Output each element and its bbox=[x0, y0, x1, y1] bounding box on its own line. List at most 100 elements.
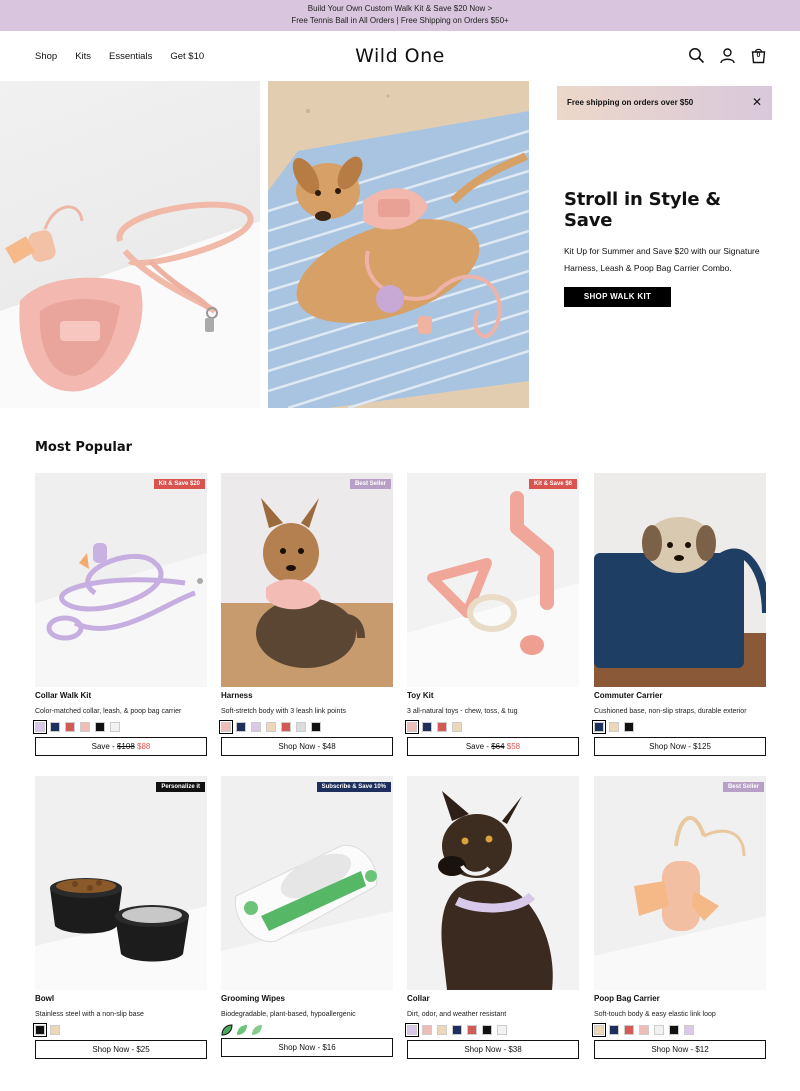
product-description: 3 all-natural toys - chew, toss, & tug bbox=[407, 708, 518, 715]
color-swatch[interactable] bbox=[422, 722, 432, 732]
shop-walk-kit-button[interactable]: SHOP WALK KIT bbox=[564, 287, 671, 307]
cart-icon[interactable]: 0 bbox=[750, 47, 767, 64]
color-swatch[interactable] bbox=[609, 1025, 619, 1035]
product-name[interactable]: Collar bbox=[407, 994, 579, 1003]
product-description: Stainless steel with a non-slip base bbox=[35, 1011, 144, 1018]
color-swatch[interactable] bbox=[236, 722, 246, 732]
color-swatch[interactable] bbox=[110, 722, 120, 732]
shop-button[interactable]: Shop Now - $38 bbox=[407, 1040, 579, 1059]
product-description: Color-matched collar, leash, & poop bag … bbox=[35, 708, 182, 715]
color-swatch[interactable] bbox=[281, 722, 291, 732]
color-swatch[interactable] bbox=[437, 722, 447, 732]
product-image-bowl[interactable]: Personalize it bbox=[35, 776, 207, 990]
color-swatch[interactable] bbox=[296, 722, 306, 732]
color-swatch[interactable] bbox=[405, 720, 419, 734]
product-description: Cushioned base, non-slip straps, durable… bbox=[594, 708, 747, 715]
product-description: Dirt, odor, and weather resistant bbox=[407, 1011, 507, 1018]
hero-image-dog-beach[interactable] bbox=[268, 81, 529, 408]
announcement-bar: Build Your Own Custom Walk Kit & Save $2… bbox=[0, 0, 800, 31]
shop-button[interactable]: Shop Now - $25 bbox=[35, 1040, 207, 1059]
color-swatch[interactable] bbox=[497, 1025, 507, 1035]
color-swatch[interactable] bbox=[467, 1025, 477, 1035]
shop-button[interactable]: Save - $64 $58 bbox=[407, 737, 579, 756]
scent-swatches bbox=[221, 1023, 393, 1036]
shop-button[interactable]: Shop Now - $125 bbox=[594, 737, 766, 756]
color-swatch[interactable] bbox=[405, 1023, 419, 1037]
color-swatches bbox=[592, 1023, 766, 1037]
original-price: $108 bbox=[116, 742, 135, 751]
product-name[interactable]: Grooming Wipes bbox=[221, 994, 393, 1003]
color-swatch[interactable] bbox=[437, 1025, 447, 1035]
color-swatch[interactable] bbox=[684, 1025, 694, 1035]
color-swatch[interactable] bbox=[33, 1023, 47, 1037]
logo[interactable]: Wild One bbox=[0, 45, 800, 67]
product-name[interactable]: Toy Kit bbox=[407, 691, 579, 700]
free-shipping-banner: Free shipping on orders over $50 ✕ bbox=[557, 86, 772, 120]
hero-image-products[interactable] bbox=[0, 81, 260, 408]
color-swatches bbox=[33, 720, 207, 734]
account-icon[interactable] bbox=[719, 47, 736, 64]
product-image-collar[interactable] bbox=[407, 776, 579, 990]
cart-count: 0 bbox=[756, 52, 761, 59]
sale-price: $88 bbox=[137, 742, 151, 751]
product-card-collar-walk-kit: Kit & Save $20 Collar Walk Kit Color-mat… bbox=[33, 473, 207, 756]
color-swatches bbox=[219, 720, 393, 734]
color-swatch[interactable] bbox=[592, 720, 606, 734]
color-swatch[interactable] bbox=[95, 722, 105, 732]
color-swatch[interactable] bbox=[639, 1025, 649, 1035]
color-swatch[interactable] bbox=[624, 722, 634, 732]
hero-copy: Stroll in Style & Save Kit Up for Summer… bbox=[564, 189, 764, 307]
color-swatch[interactable] bbox=[592, 1023, 606, 1037]
color-swatch[interactable] bbox=[452, 1025, 462, 1035]
product-image-harness[interactable]: Best Seller bbox=[221, 473, 393, 687]
search-icon[interactable] bbox=[688, 47, 705, 64]
product-card-poop-bag-carrier: Best Seller Poop Bag Carrier Soft-touch … bbox=[592, 776, 766, 1059]
color-swatch[interactable] bbox=[422, 1025, 432, 1035]
product-badge: Best Seller bbox=[722, 782, 764, 792]
color-swatch[interactable] bbox=[251, 722, 261, 732]
shop-button[interactable]: Shop Now - $16 bbox=[221, 1038, 393, 1057]
product-badge: Kit & Save $20 bbox=[153, 479, 205, 489]
color-swatch[interactable] bbox=[33, 720, 47, 734]
color-swatch[interactable] bbox=[266, 722, 276, 732]
shop-button[interactable]: Save - $108 $88 bbox=[35, 737, 207, 756]
color-swatch[interactable] bbox=[80, 722, 90, 732]
product-name[interactable]: Collar Walk Kit bbox=[35, 691, 207, 700]
color-swatch[interactable] bbox=[219, 720, 233, 734]
color-swatch[interactable] bbox=[609, 722, 619, 732]
color-swatch[interactable] bbox=[452, 722, 462, 732]
product-badge: Best Seller bbox=[349, 479, 391, 489]
product-image-toy-kit[interactable]: Kit & Save $6 bbox=[407, 473, 579, 687]
close-icon[interactable]: ✕ bbox=[752, 95, 762, 109]
color-swatch[interactable] bbox=[669, 1025, 679, 1035]
product-badge: Personalize it bbox=[156, 782, 205, 792]
announcement-shipping-text: Free Tennis Ball in All Orders | Free Sh… bbox=[291, 16, 509, 25]
product-description: Soft-stretch body with 3 leash link poin… bbox=[221, 708, 346, 715]
product-name[interactable]: Bowl bbox=[35, 994, 207, 1003]
product-image-poop-bag-carrier[interactable]: Best Seller bbox=[594, 776, 766, 990]
product-image-collar-walk-kit[interactable]: Kit & Save $20 bbox=[35, 473, 207, 687]
product-name[interactable]: Poop Bag Carrier bbox=[594, 994, 766, 1003]
color-swatch[interactable] bbox=[50, 1025, 60, 1035]
color-swatch[interactable] bbox=[624, 1025, 634, 1035]
color-swatch[interactable] bbox=[311, 722, 321, 732]
product-image-grooming-wipes[interactable]: Subscribe & Save 10% bbox=[221, 776, 393, 990]
color-swatch[interactable] bbox=[65, 722, 75, 732]
leaf-icon[interactable] bbox=[236, 1023, 247, 1035]
shop-button[interactable]: Shop Now - $12 bbox=[594, 1040, 766, 1059]
color-swatch[interactable] bbox=[654, 1025, 664, 1035]
leaf-icon[interactable] bbox=[251, 1023, 262, 1035]
leaf-icon[interactable] bbox=[221, 1023, 233, 1036]
product-description: Soft-touch body & easy elastic link loop bbox=[594, 1011, 716, 1018]
product-name[interactable]: Commuter Carrier bbox=[594, 691, 766, 700]
color-swatch[interactable] bbox=[482, 1025, 492, 1035]
product-badge: Kit & Save $6 bbox=[528, 479, 577, 489]
announcement-walk-kit-link[interactable]: Build Your Own Custom Walk Kit & Save $2… bbox=[0, 3, 800, 15]
original-price: $64 bbox=[491, 742, 505, 751]
product-name[interactable]: Harness bbox=[221, 691, 393, 700]
shop-button[interactable]: Shop Now - $48 bbox=[221, 737, 393, 756]
color-swatch[interactable] bbox=[50, 722, 60, 732]
product-image-commuter-carrier[interactable] bbox=[594, 473, 766, 687]
product-description: Biodegradable, plant-based, hypoallergen… bbox=[221, 1011, 356, 1018]
shop-prefix: Save - bbox=[91, 742, 117, 751]
